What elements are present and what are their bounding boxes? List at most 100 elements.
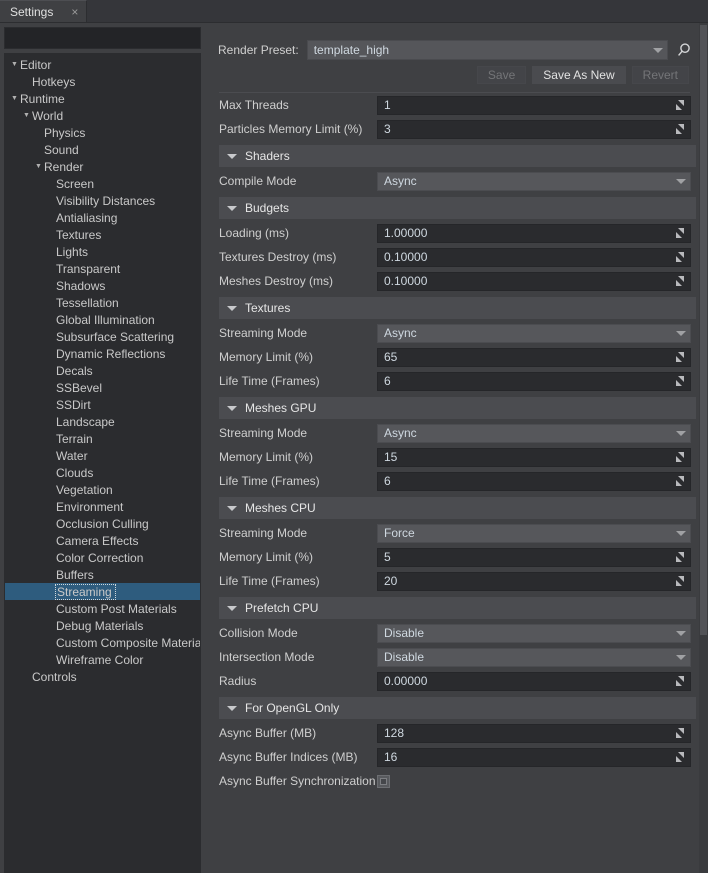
chevron-down-icon[interactable]: ▼	[21, 112, 32, 119]
sidebar-item-controls[interactable]: ▼Controls	[5, 668, 200, 685]
sidebar-item-hotkeys[interactable]: ▼Hotkeys	[5, 73, 200, 90]
sidebar-item-vegetation[interactable]: ▼Vegetation	[5, 481, 200, 498]
sidebar-item-textures[interactable]: ▼Textures	[5, 226, 200, 243]
save-button[interactable]: Save	[476, 66, 527, 84]
collision-mode-combo[interactable]: Disable	[377, 623, 691, 643]
value-drag-handle[interactable]	[674, 551, 687, 564]
tree-search-input[interactable]	[4, 27, 201, 49]
save-as-new-button[interactable]: Save As New	[532, 66, 626, 84]
sidebar-item-clouds[interactable]: ▼Clouds	[5, 464, 200, 481]
sidebar-item-sound[interactable]: ▼Sound	[5, 141, 200, 158]
revert-button[interactable]: Revert	[631, 66, 689, 84]
life-time-frames-input[interactable]: 20	[377, 571, 691, 591]
memory-limit-input[interactable]: 5	[377, 547, 691, 567]
sidebar-item-wireframe-color[interactable]: ▼Wireframe Color	[5, 651, 200, 668]
sidebar-item-color-correction[interactable]: ▼Color Correction	[5, 549, 200, 566]
value-drag-handle[interactable]	[674, 275, 687, 288]
chevron-down-icon[interactable]: ▼	[33, 163, 44, 170]
sidebar-item-transparent[interactable]: ▼Transparent	[5, 260, 200, 277]
sidebar-item-decals[interactable]: ▼Decals	[5, 362, 200, 379]
section-header-shaders[interactable]: Shaders	[219, 145, 696, 167]
sidebar-item-global-illumination[interactable]: ▼Global Illumination	[5, 311, 200, 328]
sidebar-item-physics[interactable]: ▼Physics	[5, 124, 200, 141]
section-header-meshes-cpu[interactable]: Meshes CPU	[219, 497, 696, 519]
sidebar-item-visibility-distances[interactable]: ▼Visibility Distances	[5, 192, 200, 209]
sidebar-item-custom-post-materials[interactable]: ▼Custom Post Materials	[5, 600, 200, 617]
field-row: Memory Limit (%) 15	[213, 445, 696, 469]
sidebar-item-terrain[interactable]: ▼Terrain	[5, 430, 200, 447]
field-row: Intersection Mode Disable	[213, 645, 696, 669]
streaming-mode-combo[interactable]: Async	[377, 323, 691, 343]
value-drag-handle[interactable]	[674, 675, 687, 688]
sidebar-item-screen[interactable]: ▼Screen	[5, 175, 200, 192]
preset-search-button[interactable]	[672, 39, 696, 61]
memory-limit-input[interactable]: 15	[377, 447, 691, 467]
render-preset-combo[interactable]: template_high	[306, 40, 668, 60]
value-drag-handle[interactable]	[674, 727, 687, 740]
close-icon[interactable]: ×	[71, 6, 78, 18]
sidebar-item-tessellation[interactable]: ▼Tessellation	[5, 294, 200, 311]
value-drag-handle[interactable]	[674, 123, 687, 136]
value-drag-handle[interactable]	[674, 99, 687, 112]
sidebar-item-occlusion-culling[interactable]: ▼Occlusion Culling	[5, 515, 200, 532]
streaming-mode-combo[interactable]: Force	[377, 523, 691, 543]
sidebar-item-custom-composite-materials[interactable]: ▼Custom Composite Materials	[5, 634, 200, 651]
sidebar-item-camera-effects[interactable]: ▼Camera Effects	[5, 532, 200, 549]
intersection-mode-combo[interactable]: Disable	[377, 647, 691, 667]
async-buffer-synchronization-checkbox[interactable]	[377, 774, 390, 788]
sidebar-item-dynamic-reflections[interactable]: ▼Dynamic Reflections	[5, 345, 200, 362]
sidebar-item-ssdirt[interactable]: ▼SSDirt	[5, 396, 200, 413]
streaming-mode-combo[interactable]: Async	[377, 423, 691, 443]
sidebar-item-antialiasing[interactable]: ▼Antialiasing	[5, 209, 200, 226]
value-drag-handle[interactable]	[674, 351, 687, 364]
particles-memory-limit-input[interactable]: 3	[377, 119, 691, 139]
memory-limit-input[interactable]: 65	[377, 347, 691, 367]
section-header-meshes-gpu[interactable]: Meshes GPU	[219, 397, 696, 419]
life-time-frames-input[interactable]: 6	[377, 471, 691, 491]
tab-settings[interactable]: Settings ×	[0, 0, 88, 22]
section-header-textures[interactable]: Textures	[219, 297, 696, 319]
sidebar-item-environment[interactable]: ▼Environment	[5, 498, 200, 515]
sidebar-item-runtime[interactable]: ▼ Runtime	[5, 90, 200, 107]
sidebar-item-streaming[interactable]: ▼Streaming	[5, 583, 200, 600]
sidebar-item-shadows[interactable]: ▼Shadows	[5, 277, 200, 294]
value-drag-handle[interactable]	[674, 475, 687, 488]
sidebar-item-world[interactable]: ▼ World	[5, 107, 200, 124]
settings-tree[interactable]: ▼Editor▼Hotkeys▼Runtime▼World▼Physics▼So…	[4, 53, 201, 873]
value-drag-handle[interactable]	[674, 227, 687, 240]
value-drag-handle[interactable]	[674, 451, 687, 464]
vertical-scrollbar[interactable]	[699, 23, 708, 873]
value-drag-handle[interactable]	[674, 251, 687, 264]
chevron-down-icon[interactable]: ▼	[9, 95, 20, 102]
value-drag-handle[interactable]	[674, 751, 687, 764]
radius-input[interactable]: 0.00000	[377, 671, 691, 691]
section-header-budgets[interactable]: Budgets	[219, 197, 696, 219]
life-time-frames-value: 20	[384, 574, 398, 588]
sidebar-item-lights[interactable]: ▼Lights	[5, 243, 200, 260]
async-buffer-mb-input[interactable]: 128	[377, 723, 691, 743]
life-time-frames-input[interactable]: 6	[377, 371, 691, 391]
sidebar-item-subsurface-scattering[interactable]: ▼Subsurface Scattering	[5, 328, 200, 345]
section-header-for-opengl-only[interactable]: For OpenGL Only	[219, 697, 696, 719]
sidebar-item-water[interactable]: ▼Water	[5, 447, 200, 464]
sidebar-item-debug-materials[interactable]: ▼Debug Materials	[5, 617, 200, 634]
section-header-prefetch-cpu[interactable]: Prefetch CPU	[219, 597, 696, 619]
scrollbar-thumb[interactable]	[700, 25, 707, 635]
loading-ms-input[interactable]: 1.00000	[377, 223, 691, 243]
field-label: Async Buffer Synchronization	[219, 774, 376, 788]
value-drag-handle[interactable]	[674, 575, 687, 588]
compile-mode-combo[interactable]: Async	[377, 171, 691, 191]
sidebar-item-editor[interactable]: ▼ Editor	[5, 56, 200, 73]
sidebar-item-ssbevel[interactable]: ▼SSBevel	[5, 379, 200, 396]
sidebar-item-label: Visibility Distances	[56, 193, 156, 208]
max-threads-input[interactable]: 1	[377, 95, 691, 115]
textures-destroy-ms-input[interactable]: 0.10000	[377, 247, 691, 267]
value-drag-handle[interactable]	[674, 375, 687, 388]
async-buffer-indices-mb-input[interactable]: 16	[377, 747, 691, 767]
chevron-down-icon[interactable]: ▼	[9, 61, 20, 68]
sidebar-item-buffers[interactable]: ▼Buffers	[5, 566, 200, 583]
meshes-destroy-ms-input[interactable]: 0.10000	[377, 271, 691, 291]
sidebar-item-landscape[interactable]: ▼Landscape	[5, 413, 200, 430]
sidebar-item-render[interactable]: ▼ Render	[5, 158, 200, 175]
chevron-down-icon	[676, 178, 686, 184]
